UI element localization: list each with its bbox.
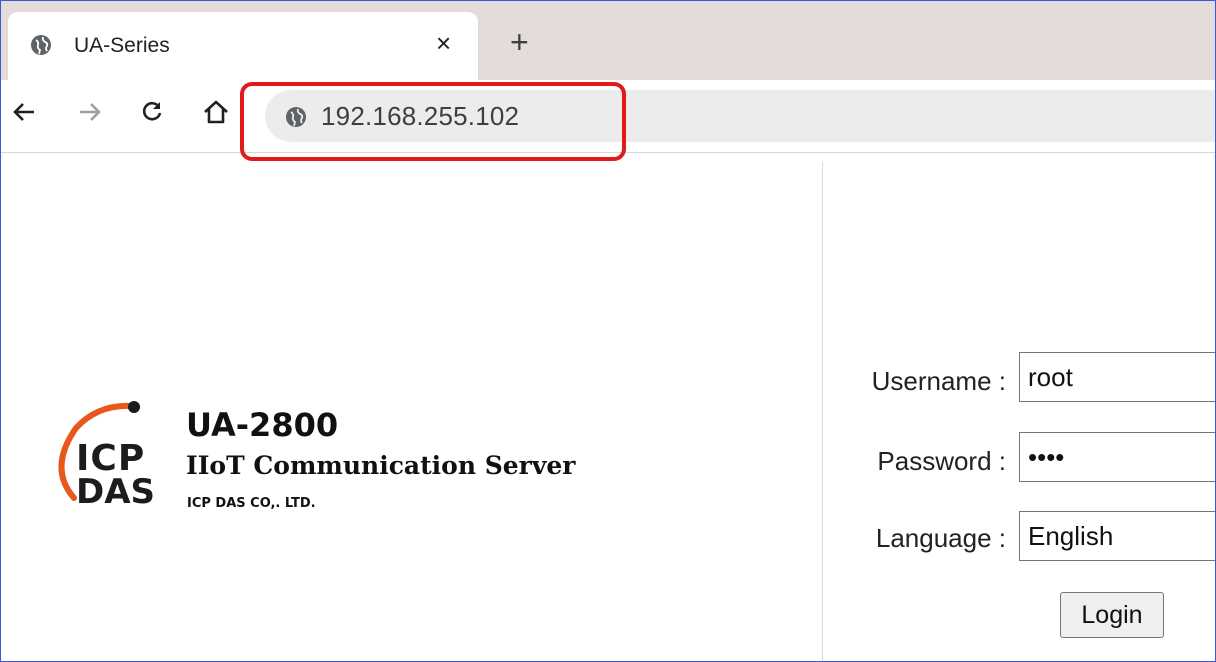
address-highlight-box — [240, 82, 626, 161]
language-select[interactable]: English — [1019, 511, 1216, 561]
password-input[interactable] — [1019, 432, 1216, 482]
company-name: ICP DAS CO,. LTD. — [187, 496, 316, 511]
tab-title: UA-Series — [74, 34, 170, 57]
language-label: Language : — [875, 523, 1006, 553]
home-icon — [204, 100, 228, 124]
reload-button[interactable] — [134, 94, 170, 130]
close-icon[interactable]: × — [436, 30, 451, 56]
tab-strip: UA-Series × + — [0, 0, 1216, 80]
back-icon — [13, 103, 34, 121]
new-tab-icon[interactable]: + — [510, 26, 529, 58]
icp-das-logo: ICP DAS — [46, 398, 166, 512]
globe-icon — [31, 35, 51, 55]
username-input[interactable] — [1019, 352, 1216, 402]
product-subtitle: IIoT Communication Server — [186, 451, 576, 480]
vertical-divider — [822, 162, 823, 662]
product-name: UA-2800 — [186, 406, 339, 444]
login-button[interactable]: Login — [1060, 592, 1164, 638]
browser-tab[interactable]: UA-Series × — [8, 12, 478, 80]
forward-button[interactable] — [72, 94, 108, 130]
username-label: Username : — [871, 366, 1006, 396]
logo-text-das: DAS — [76, 472, 156, 512]
password-label: Password : — [877, 446, 1006, 476]
forward-icon — [80, 103, 101, 121]
back-button[interactable] — [6, 94, 42, 130]
home-button[interactable] — [198, 94, 234, 130]
reload-icon — [142, 101, 162, 121]
